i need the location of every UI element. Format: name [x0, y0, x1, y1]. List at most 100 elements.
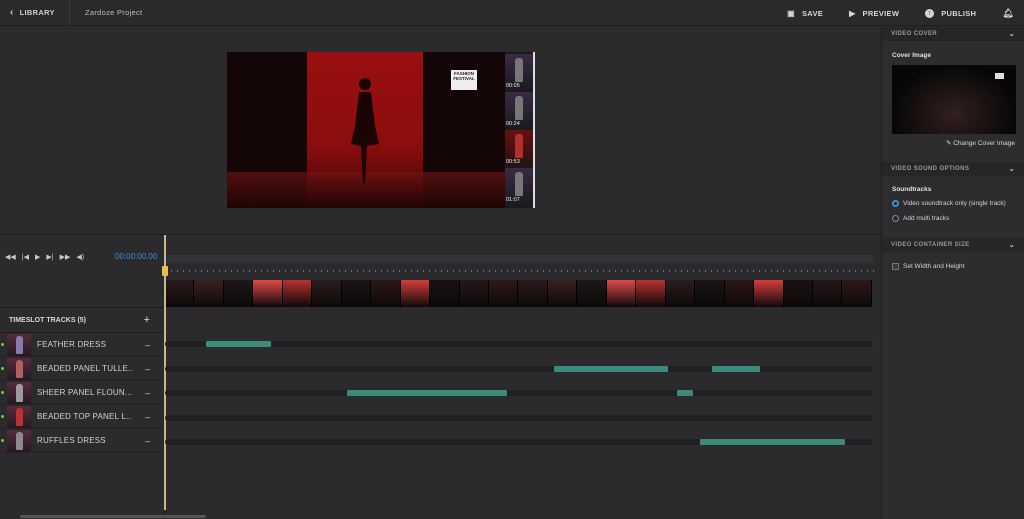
track-thumbnail	[7, 381, 31, 404]
change-cover-label: Change Cover Image	[953, 140, 1015, 147]
top-bar: ‹ LIBRARY Zardoze Project ▣ SAVE ▶ PREVI…	[0, 0, 1024, 26]
container-size-section-header[interactable]: VIDEO CONTAINER SIZE ⌄	[882, 238, 1024, 252]
track-segment[interactable]	[676, 390, 694, 396]
properties-panel: VIDEO COVER ⌄ Cover Image ✎ Change Cover…	[881, 27, 1024, 519]
filmstrip-frame	[754, 280, 784, 307]
set-width-height-checkbox[interactable]: Set Width and Height	[892, 263, 964, 270]
skip-back-icon[interactable]: |◀	[22, 253, 29, 261]
festival-logo: FASHION FESTIVAL	[451, 70, 477, 90]
thumbnail-figure	[515, 96, 523, 120]
thumbnail-time: 00:24	[506, 121, 520, 127]
sound-options-title: VIDEO SOUND OPTIONS	[891, 166, 970, 172]
track-thumbnail-figure	[16, 383, 23, 402]
filmstrip-frame	[459, 280, 489, 307]
video-filmstrip[interactable]	[165, 280, 872, 307]
track-thumbnail	[7, 429, 31, 452]
track-thumbnail	[7, 405, 31, 428]
radio-selected	[892, 200, 899, 207]
save-button[interactable]: ▣ SAVE	[787, 9, 823, 18]
thumbnail-strip: 00:05 00:24 00:53 01:07	[505, 52, 535, 208]
preview-label: PREVIEW	[862, 8, 900, 18]
single-track-radio[interactable]: Video soundtrack only (single track)	[892, 200, 1006, 207]
project-title: Zardoze Project	[85, 8, 143, 17]
video-preview-area: FASHION FESTIVAL 00:05 00:24 00:53 01:07	[0, 27, 881, 235]
pencil-icon: ✎	[945, 140, 952, 147]
multi-track-radio[interactable]: Add multi tracks	[892, 215, 949, 222]
change-cover-image-link[interactable]: ✎ Change Cover Image	[946, 139, 1015, 147]
thumbnail[interactable]: 01:07	[505, 168, 533, 204]
thumbnail-figure	[515, 172, 523, 196]
remove-track-button[interactable]: –	[145, 364, 150, 374]
track-name: BEADED TOP PANEL L...	[37, 412, 132, 421]
fast-forward-icon[interactable]: ▶▶	[60, 253, 71, 261]
play-icon[interactable]: ▶	[35, 253, 40, 261]
track-segment[interactable]	[553, 366, 669, 372]
single-track-label: Video soundtrack only (single track)	[903, 200, 1006, 207]
playhead-handle[interactable]	[162, 266, 168, 276]
playhead[interactable]	[164, 235, 166, 510]
chevron-down-icon: ⌄	[1008, 31, 1015, 38]
remove-track-button[interactable]: –	[145, 340, 150, 350]
radio-unselected	[892, 215, 899, 222]
cover-logo	[995, 73, 1004, 79]
video-cover-section-header[interactable]: VIDEO COVER ⌄	[882, 27, 1024, 41]
cover-image-label: Cover Image	[892, 52, 932, 59]
track-row[interactable]: BEADED PANEL TULLE... –	[0, 357, 164, 381]
track-name: BEADED PANEL TULLE...	[37, 364, 132, 373]
back-to-library-button[interactable]: ‹ LIBRARY	[0, 0, 70, 26]
thumbnail[interactable]: 00:05	[505, 54, 533, 90]
save-label: SAVE	[802, 8, 824, 18]
track-segment[interactable]	[346, 390, 507, 396]
rewind-icon[interactable]: ◀◀	[5, 253, 16, 261]
track-lane[interactable]	[165, 366, 873, 372]
bell-icon[interactable]: 🔔︎	[1002, 8, 1014, 19]
upload-icon: ↑	[925, 8, 935, 18]
track-lane[interactable]	[165, 439, 873, 445]
save-icon: ▣	[787, 8, 795, 18]
publish-label: PUBLISH	[941, 8, 977, 18]
track-thumbnail-figure	[16, 431, 23, 450]
track-segment[interactable]	[712, 366, 760, 372]
thumbnail-time: 00:05	[506, 83, 520, 89]
track-row[interactable]: BEADED TOP PANEL L... –	[0, 405, 164, 429]
video-player[interactable]: FASHION FESTIVAL	[227, 52, 505, 208]
filmstrip-frame	[695, 280, 725, 307]
track-segment[interactable]	[206, 341, 272, 347]
preview-button[interactable]: ▶ PREVIEW	[849, 9, 899, 18]
timeline-scrollbar[interactable]	[165, 255, 875, 263]
track-lane[interactable]	[165, 415, 873, 421]
track-lane[interactable]	[165, 390, 873, 396]
remove-track-button[interactable]: –	[145, 412, 150, 422]
track-status-dot	[1, 391, 4, 394]
filmstrip-frame	[341, 280, 372, 307]
remove-track-button[interactable]: –	[145, 388, 150, 398]
multi-track-label: Add multi tracks	[903, 215, 950, 222]
checkbox-box	[892, 263, 899, 270]
skip-forward-icon[interactable]: ▶|	[46, 253, 53, 261]
track-status-dot	[1, 415, 4, 418]
track-row[interactable]: FEATHER DRESS –	[0, 333, 164, 357]
filmstrip-frame	[488, 280, 519, 307]
thumbnail-time: 01:07	[506, 197, 520, 203]
track-segment[interactable]	[700, 439, 846, 445]
track-row[interactable]: RUFFLES DRESS –	[0, 429, 164, 453]
filmstrip-frame	[165, 280, 195, 307]
track-thumbnail-figure	[16, 335, 23, 354]
add-track-button[interactable]: +	[144, 314, 150, 326]
model-silhouette	[351, 78, 379, 184]
thumbnail[interactable]: 00:53	[505, 130, 533, 166]
chevron-left-icon: ‹	[10, 7, 14, 18]
filmstrip-frame	[783, 280, 813, 307]
track-lane[interactable]	[165, 341, 873, 347]
track-status-dot	[1, 343, 4, 346]
filmstrip-frame	[223, 280, 254, 307]
transport-controls: ◀◀ |◀ ▶ ▶| ▶▶ ◀)	[5, 253, 90, 261]
thumbnail[interactable]: 00:24	[505, 92, 533, 128]
horizontal-scrollbar[interactable]	[20, 515, 206, 518]
track-row[interactable]: SHEER PANEL FLOUN... –	[0, 381, 164, 405]
sound-options-section-header[interactable]: VIDEO SOUND OPTIONS ⌄	[882, 162, 1024, 176]
publish-button[interactable]: ↑ PUBLISH	[925, 8, 977, 18]
timeline-ruler[interactable]	[165, 267, 875, 275]
remove-track-button[interactable]: –	[145, 436, 150, 446]
volume-icon[interactable]: ◀)	[76, 253, 84, 261]
